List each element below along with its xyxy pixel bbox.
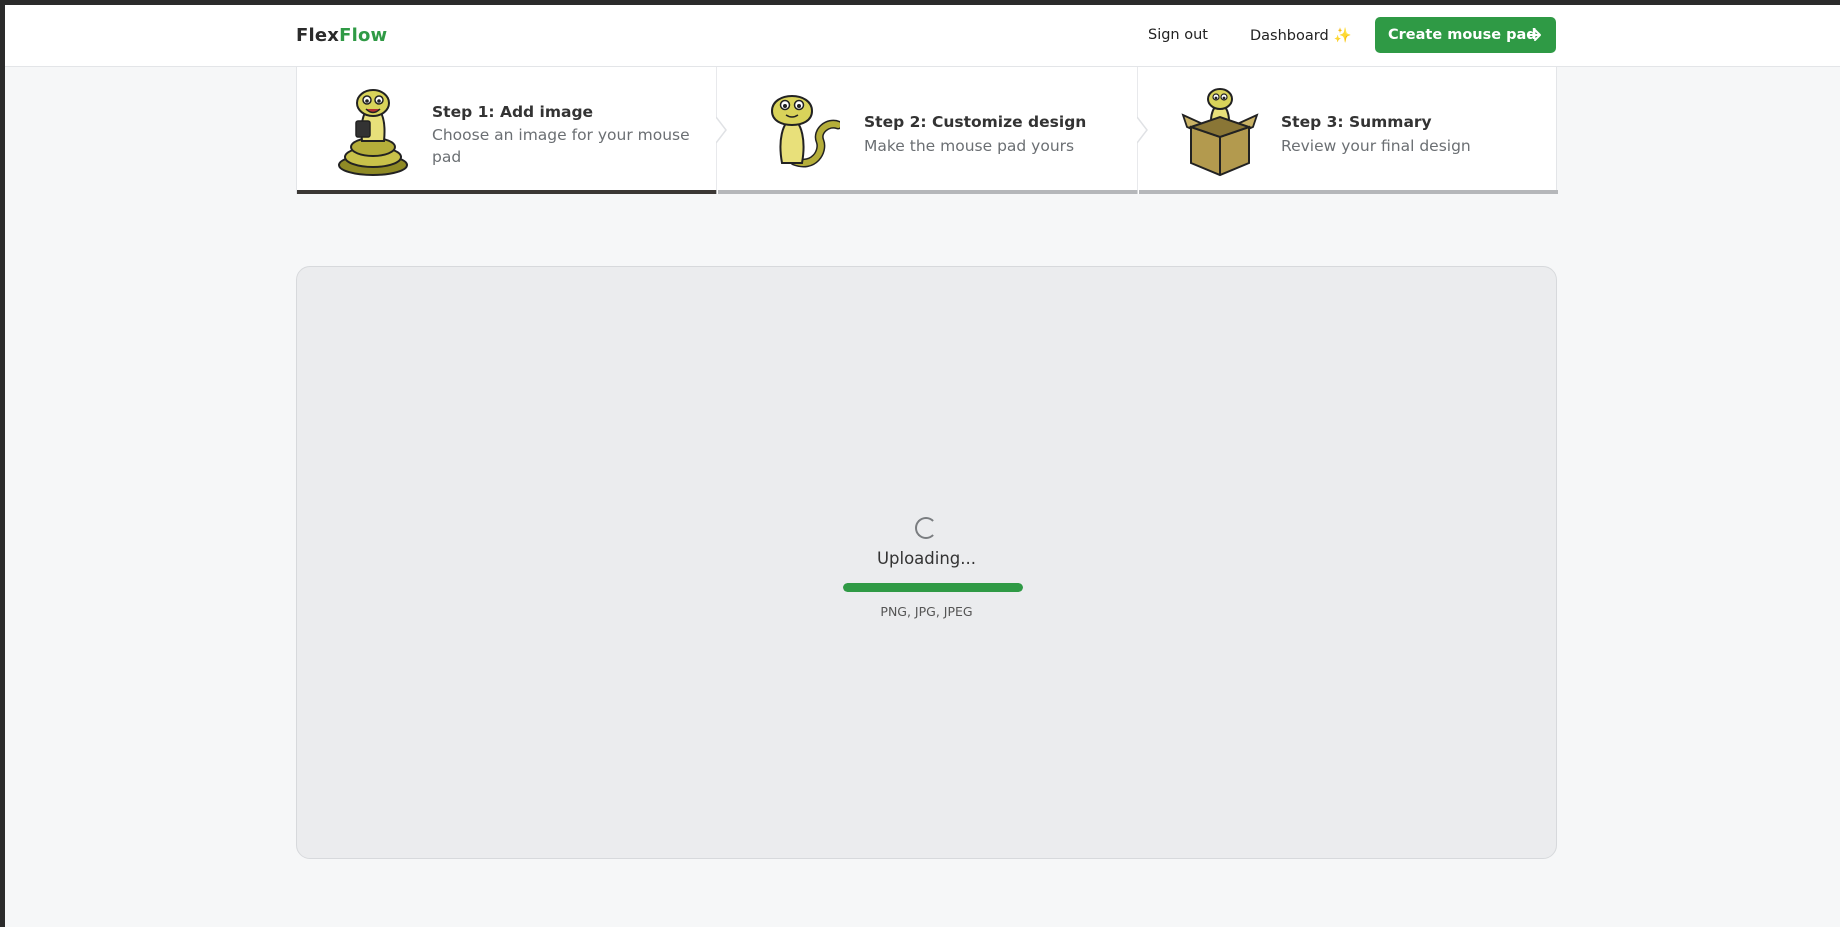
step-3-title: Step 3: Summary [1281,113,1432,131]
top-navigation-bar: FlexFlow Sign out Dashboard ✨ Create mous… [5,5,1840,67]
step-2-description-line1: Make the mouse pad yours [864,137,1075,155]
step-1-add-image[interactable]: Step 1: Add image Choose an image for yo… [297,67,717,194]
upload-status-text: Uploading... [876,549,977,568]
step-1-description-line1: Choose an image for your mouse [432,126,690,144]
logo-text-flow: Flow [339,25,388,46]
snake-in-box-icon [1181,88,1259,177]
step-progress-bar: Step 1: Add image Choose an image for yo… [296,67,1558,194]
create-mouse-pad-button[interactable]: Create mouse pad [1375,17,1556,53]
step-1-title: Step 1: Add image [432,103,594,121]
sparkle-icon: ✨ [1333,28,1352,44]
step-1-description: Choose an image for your mouse pad [432,124,702,168]
step-2-title: Step 2: Customize design [864,113,1087,131]
logo[interactable]: FlexFlow [296,25,387,46]
dashboard-label: Dashboard [1250,28,1329,44]
snake-mascot-icon [338,89,408,176]
arrow-right-icon [1527,29,1541,41]
spinner-icon [915,517,937,539]
step-1-indicator [297,190,717,194]
step-3-description-line1: Review your final design [1281,137,1471,155]
step-2-description: Make the mouse pad yours [864,135,1124,157]
step-1-description-line2: pad [432,148,462,166]
accepted-formats-text: PNG, JPG, JPEG [880,604,973,619]
snake-mascot-icon [770,95,840,168]
logo-text-flex: Flex [296,25,340,46]
sign-out-link[interactable]: Sign out [1148,27,1208,43]
step-3-summary[interactable]: Step 3: Summary Review your final design [1139,67,1558,194]
image-upload-dropzone[interactable]: Uploading... PNG, JPG, JPEG [296,266,1557,859]
upload-progress-bar [843,583,1023,592]
step-2-indicator [718,190,1138,194]
step-3-indicator [1139,190,1558,194]
dashboard-link[interactable]: Dashboard ✨ [1250,27,1352,44]
app-window: FlexFlow Sign out Dashboard ✨ Create mous… [5,5,1840,927]
create-mouse-pad-label: Create mouse pad [1388,27,1537,43]
step-2-customize-design[interactable]: Step 2: Customize design Make the mouse … [718,67,1138,194]
upload-progress-fill [843,583,1023,592]
step-3-description: Review your final design [1281,135,1541,157]
